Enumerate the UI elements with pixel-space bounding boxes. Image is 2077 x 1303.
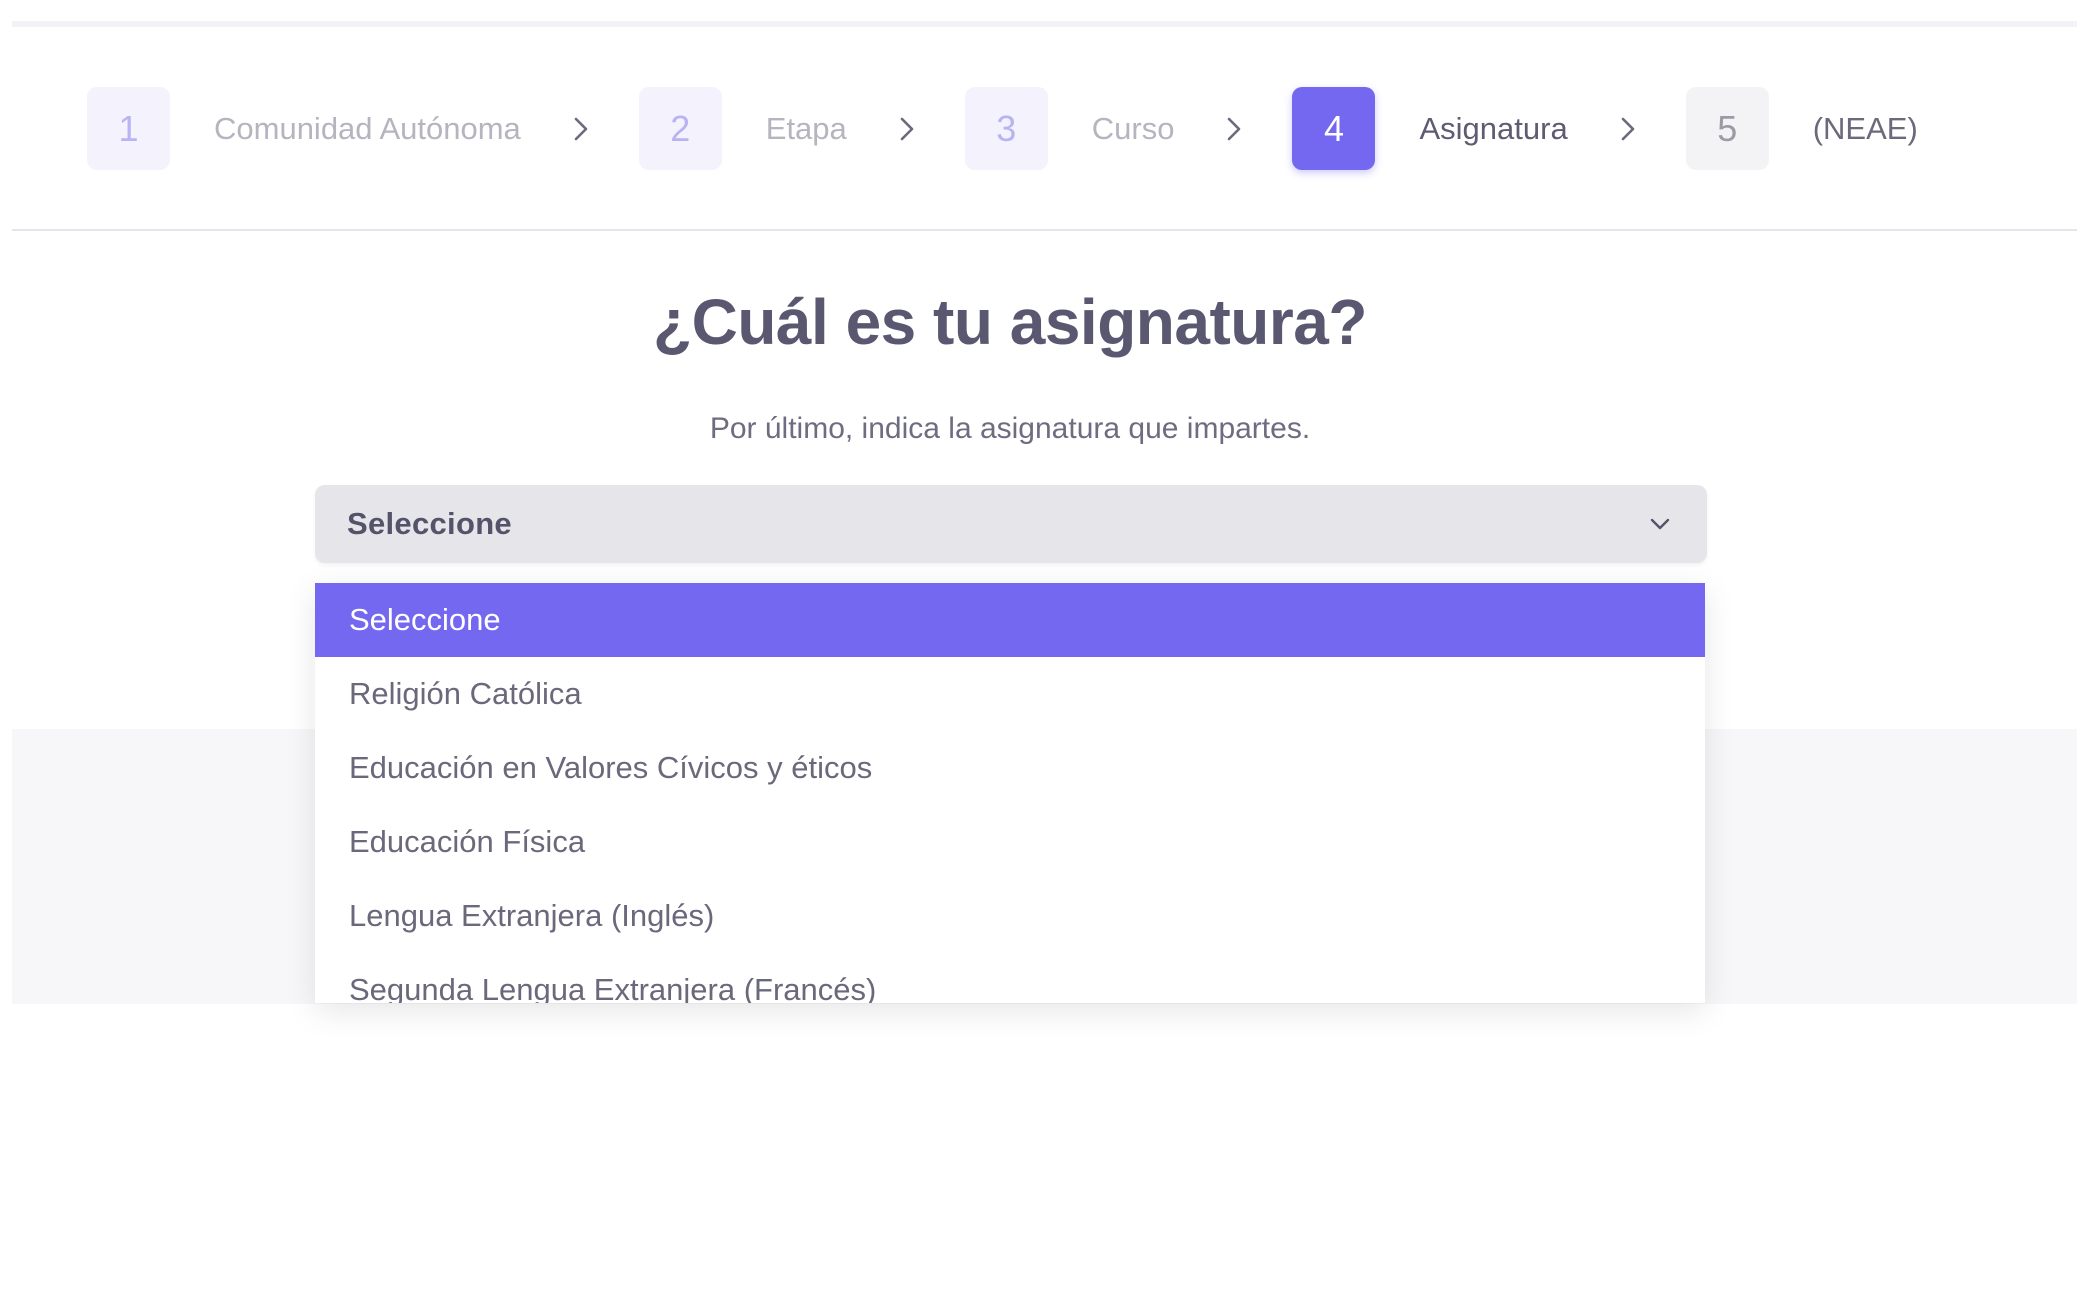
subject-select[interactable]: Seleccione [315, 485, 1707, 563]
chevron-right-icon [1608, 109, 1648, 149]
step-etapa[interactable]: 2 Etapa [638, 87, 847, 170]
dropdown-option[interactable]: Lengua Extranjera (Inglés) [315, 879, 1705, 953]
chevron-right-icon [561, 109, 601, 149]
step-label: Comunidad Autónoma [214, 110, 521, 146]
dropdown-option[interactable]: Seleccione [315, 583, 1705, 657]
step-label: Curso [1091, 110, 1175, 146]
step-number: 2 [638, 87, 722, 170]
step-asignatura[interactable]: 4 Asignatura [1292, 87, 1568, 170]
dropdown-option[interactable]: Religión Católica [315, 657, 1705, 731]
select-value: Seleccione [347, 506, 512, 541]
step-neae[interactable]: 5 (NEAE) [1685, 87, 1918, 170]
chevron-right-icon [887, 109, 927, 149]
stepper: 1 Comunidad Autónoma 2 Etapa 3 Curso 4 A… [87, 87, 1918, 170]
step-label: Etapa [765, 110, 847, 146]
step-label: Asignatura [1419, 110, 1568, 146]
step-number: 1 [87, 87, 170, 170]
page-subtitle: Por último, indica la asignatura que imp… [709, 412, 1311, 445]
chevron-right-icon [1214, 109, 1254, 149]
step-curso[interactable]: 3 Curso [964, 87, 1175, 170]
page-title: ¿Cuál es tu asignatura? [653, 286, 1367, 358]
top-strip [12, 21, 2077, 27]
dropdown-option[interactable]: Segunda Lengua Extranjera (Francés) [315, 953, 1705, 1003]
step-number: 3 [964, 87, 1048, 170]
dropdown-option[interactable]: Educación Física [315, 805, 1705, 879]
divider [12, 229, 2077, 231]
subject-dropdown-list: Seleccione Religión Católica Educación e… [315, 583, 1705, 1003]
step-label: (NEAE) [1812, 110, 1918, 146]
page: 1 Comunidad Autónoma 2 Etapa 3 Curso 4 A… [0, 0, 2077, 1303]
step-comunidad[interactable]: 1 Comunidad Autónoma [87, 87, 521, 170]
step-number: 4 [1292, 87, 1376, 170]
step-number: 5 [1685, 87, 1769, 170]
chevron-down-icon [1643, 507, 1677, 541]
dropdown-option[interactable]: Educación en Valores Cívicos y éticos [315, 731, 1705, 805]
